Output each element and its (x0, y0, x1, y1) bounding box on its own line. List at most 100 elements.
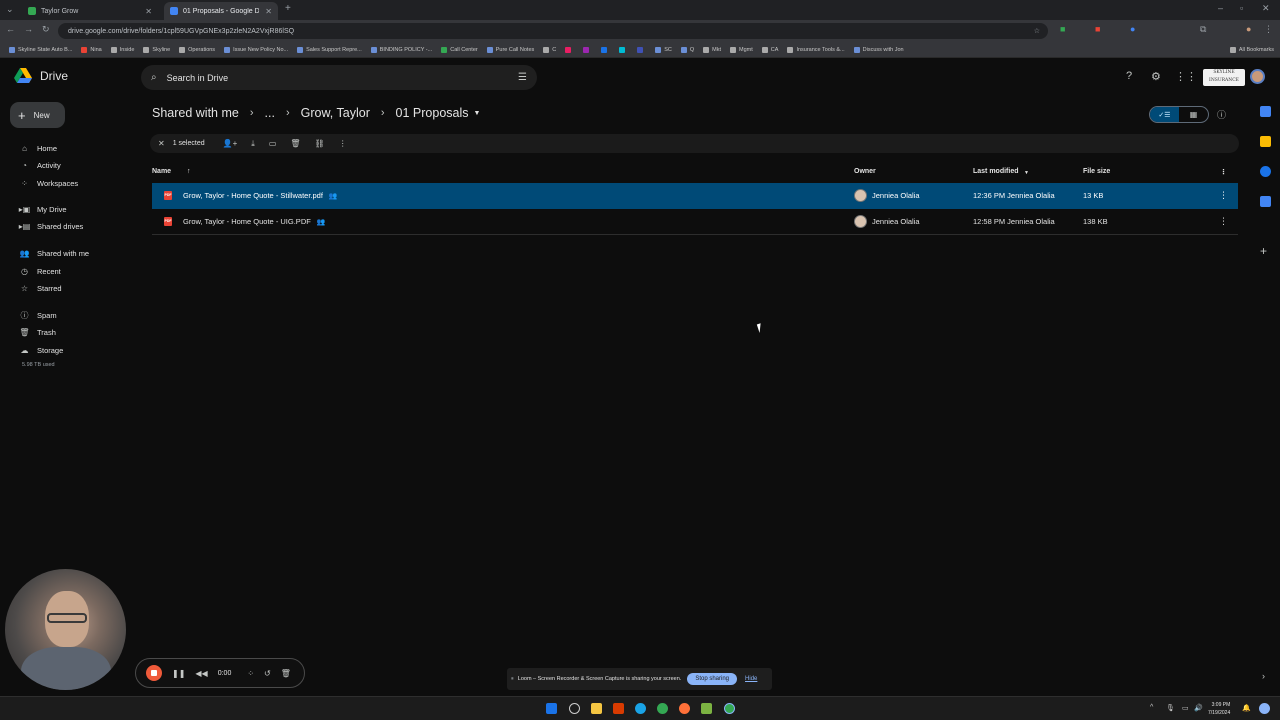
browser-tab[interactable]: Taylor Grow ✕ (22, 2, 158, 20)
table-row[interactable]: PDF Grow, Taylor - Home Quote - UIG.PDF 👥… (152, 209, 1238, 235)
system-clock[interactable]: 3:09 PM 7/19/2024 (1208, 701, 1230, 717)
extension-icon[interactable]: ● (1130, 24, 1135, 34)
minimize-icon[interactable]: – (1218, 3, 1223, 13)
keep-icon[interactable] (1260, 136, 1271, 147)
edge-icon[interactable] (635, 703, 646, 714)
draw-icon[interactable]: ⁘ (247, 669, 254, 678)
bookmark-item[interactable]: Mkt (703, 46, 721, 53)
volume-icon[interactable]: 🔊 (1194, 704, 1203, 712)
drag-handle-icon[interactable]: ⏸ (511, 676, 514, 683)
table-row[interactable]: PDF Grow, Taylor - Home Quote - Stillwat… (152, 183, 1238, 209)
profile-icon[interactable]: ● (1246, 24, 1251, 34)
bookmark-item[interactable]: BINDING POLICY -... (370, 46, 432, 53)
search-bar[interactable]: ⌕ Search in Drive ☰ (141, 65, 537, 90)
bookmark-item[interactable]: SC (655, 46, 672, 53)
info-icon[interactable]: ⓘ (1217, 108, 1226, 121)
restart-icon[interactable]: ↺ (264, 669, 271, 678)
stop-sharing-button[interactable]: Stop sharing (687, 673, 738, 685)
bookmark-item[interactable] (583, 46, 592, 53)
firefox-icon[interactable] (679, 703, 690, 714)
bookmark-item[interactable]: Inside (110, 46, 134, 53)
sort-down-icon[interactable]: ▼ (1024, 170, 1029, 176)
start-icon[interactable] (546, 703, 557, 714)
office-icon[interactable] (613, 703, 624, 714)
bookmark-item[interactable]: CA (761, 46, 778, 53)
sort-ascending-icon[interactable]: ↑ (187, 168, 191, 175)
breadcrumb-current-folder[interactable]: 01 Proposals (396, 106, 469, 120)
contacts-icon[interactable] (1260, 196, 1271, 207)
column-name[interactable]: Name (152, 168, 171, 175)
bookmark-item[interactable]: Q (680, 46, 694, 53)
sidebar-item-workspaces[interactable]: ⁘ Workspaces (18, 177, 78, 189)
bookmark-item[interactable]: C (543, 46, 556, 53)
calendar-icon[interactable] (1260, 106, 1271, 117)
bookmark-item[interactable]: Pure Call Notes (486, 46, 534, 53)
chrome-active-icon[interactable] (724, 703, 735, 714)
bookmark-item[interactable]: Insurance Tools &... (787, 46, 845, 53)
clear-selection-icon[interactable]: ✕ (158, 139, 165, 148)
hide-button[interactable]: Hide (745, 676, 757, 682)
list-view-button[interactable]: ✓☰ (1150, 107, 1179, 122)
maximize-icon[interactable]: ▫ (1240, 3, 1243, 13)
extension-icon[interactable]: ■ (1095, 24, 1100, 34)
browser-tab-active[interactable]: 01 Proposals - Google Drive ✕ (164, 2, 278, 20)
column-owner[interactable]: Owner (854, 168, 876, 175)
chrome-icon[interactable] (657, 703, 668, 714)
sidebar-item-recent[interactable]: ◷ Recent (18, 265, 61, 277)
bookmark-item[interactable] (601, 46, 610, 53)
close-tab-icon[interactable]: ✕ (265, 7, 272, 16)
forward-icon[interactable]: → (24, 24, 33, 34)
help-icon[interactable]: ? (1126, 70, 1132, 82)
search-input[interactable]: Search in Drive (167, 73, 229, 83)
sidebar-item-storage[interactable]: ☁ Storage (18, 344, 64, 356)
sidebar-item-shared-with-me[interactable]: 👥 Shared with me (18, 247, 90, 259)
bookmark-item[interactable]: Skyline State Auto B... (9, 46, 72, 53)
app-icon[interactable] (701, 703, 712, 714)
account-avatar[interactable] (1250, 69, 1265, 84)
extension-icon[interactable]: ■ (1060, 24, 1065, 34)
bookmark-item[interactable]: Operations (179, 46, 215, 53)
new-tab-icon[interactable]: + (285, 3, 291, 14)
close-window-icon[interactable]: ✕ (1262, 3, 1270, 14)
close-tab-icon[interactable]: ✕ (145, 7, 152, 16)
bookmark-item[interactable]: Discuss with Jon (853, 46, 904, 53)
bookmark-item[interactable]: Nina (81, 46, 102, 53)
sidebar-item-activity[interactable]: ◔ Activity (18, 159, 61, 171)
microphone-icon[interactable]: 🎙 (1166, 704, 1175, 712)
tab-search-icon[interactable]: ⌄ (6, 4, 14, 15)
bookmark-item[interactable]: Issue New Policy No... (224, 46, 288, 53)
sidebar-item-shared-drives[interactable]: ▸▤ Shared drives (18, 220, 84, 232)
sidebar-item-starred[interactable]: ☆ Starred (18, 282, 62, 294)
bookmark-item[interactable]: Skyline (143, 46, 170, 53)
search-icon[interactable] (569, 703, 580, 714)
bookmark-item[interactable] (619, 46, 628, 53)
delete-icon[interactable]: 🗑 (290, 139, 300, 148)
bookmark-star-icon[interactable]: ☆ (1034, 27, 1040, 35)
reload-icon[interactable]: ↻ (42, 24, 50, 35)
search-options-icon[interactable]: ☰ (518, 72, 527, 83)
extensions-puzzle-icon[interactable]: ⧉ (1200, 24, 1206, 35)
more-options-icon[interactable]: ⋮ (1219, 190, 1228, 201)
webcam-bubble[interactable] (5, 569, 126, 690)
download-icon[interactable]: ⤓ (251, 139, 255, 149)
more-actions-icon[interactable]: ⋮ (339, 139, 347, 148)
bookmark-item[interactable] (565, 46, 574, 53)
sidebar-item-my-drive[interactable]: ▸▣ My Drive (18, 203, 67, 215)
share-icon[interactable]: 👤+ (223, 139, 238, 148)
chevron-right-icon[interactable]: › (1262, 671, 1265, 681)
bookmark-item[interactable]: Sales Support Repre... (297, 46, 362, 53)
column-file-size[interactable]: File size (1083, 168, 1110, 175)
notification-bell-icon[interactable]: 🔔 (1242, 704, 1251, 712)
column-options-icon[interactable]: ⋮ (1220, 168, 1227, 176)
bookmark-item[interactable]: Call Center (441, 46, 478, 53)
breadcrumb-parent-folder[interactable]: Grow, Taylor (301, 106, 370, 120)
rewind-icon[interactable]: ◀◀ (195, 669, 207, 678)
more-options-icon[interactable]: ⋮ (1219, 216, 1228, 227)
add-addon-icon[interactable]: + (1260, 244, 1267, 258)
grid-view-button[interactable]: ▦ (1179, 107, 1208, 122)
pause-icon[interactable]: ❚❚ (172, 669, 185, 678)
back-icon[interactable]: ← (6, 24, 15, 34)
new-button[interactable]: + New (10, 102, 65, 128)
copy-link-icon[interactable]: ⛓ (315, 139, 325, 148)
network-icon[interactable]: ▭ (1182, 704, 1189, 712)
